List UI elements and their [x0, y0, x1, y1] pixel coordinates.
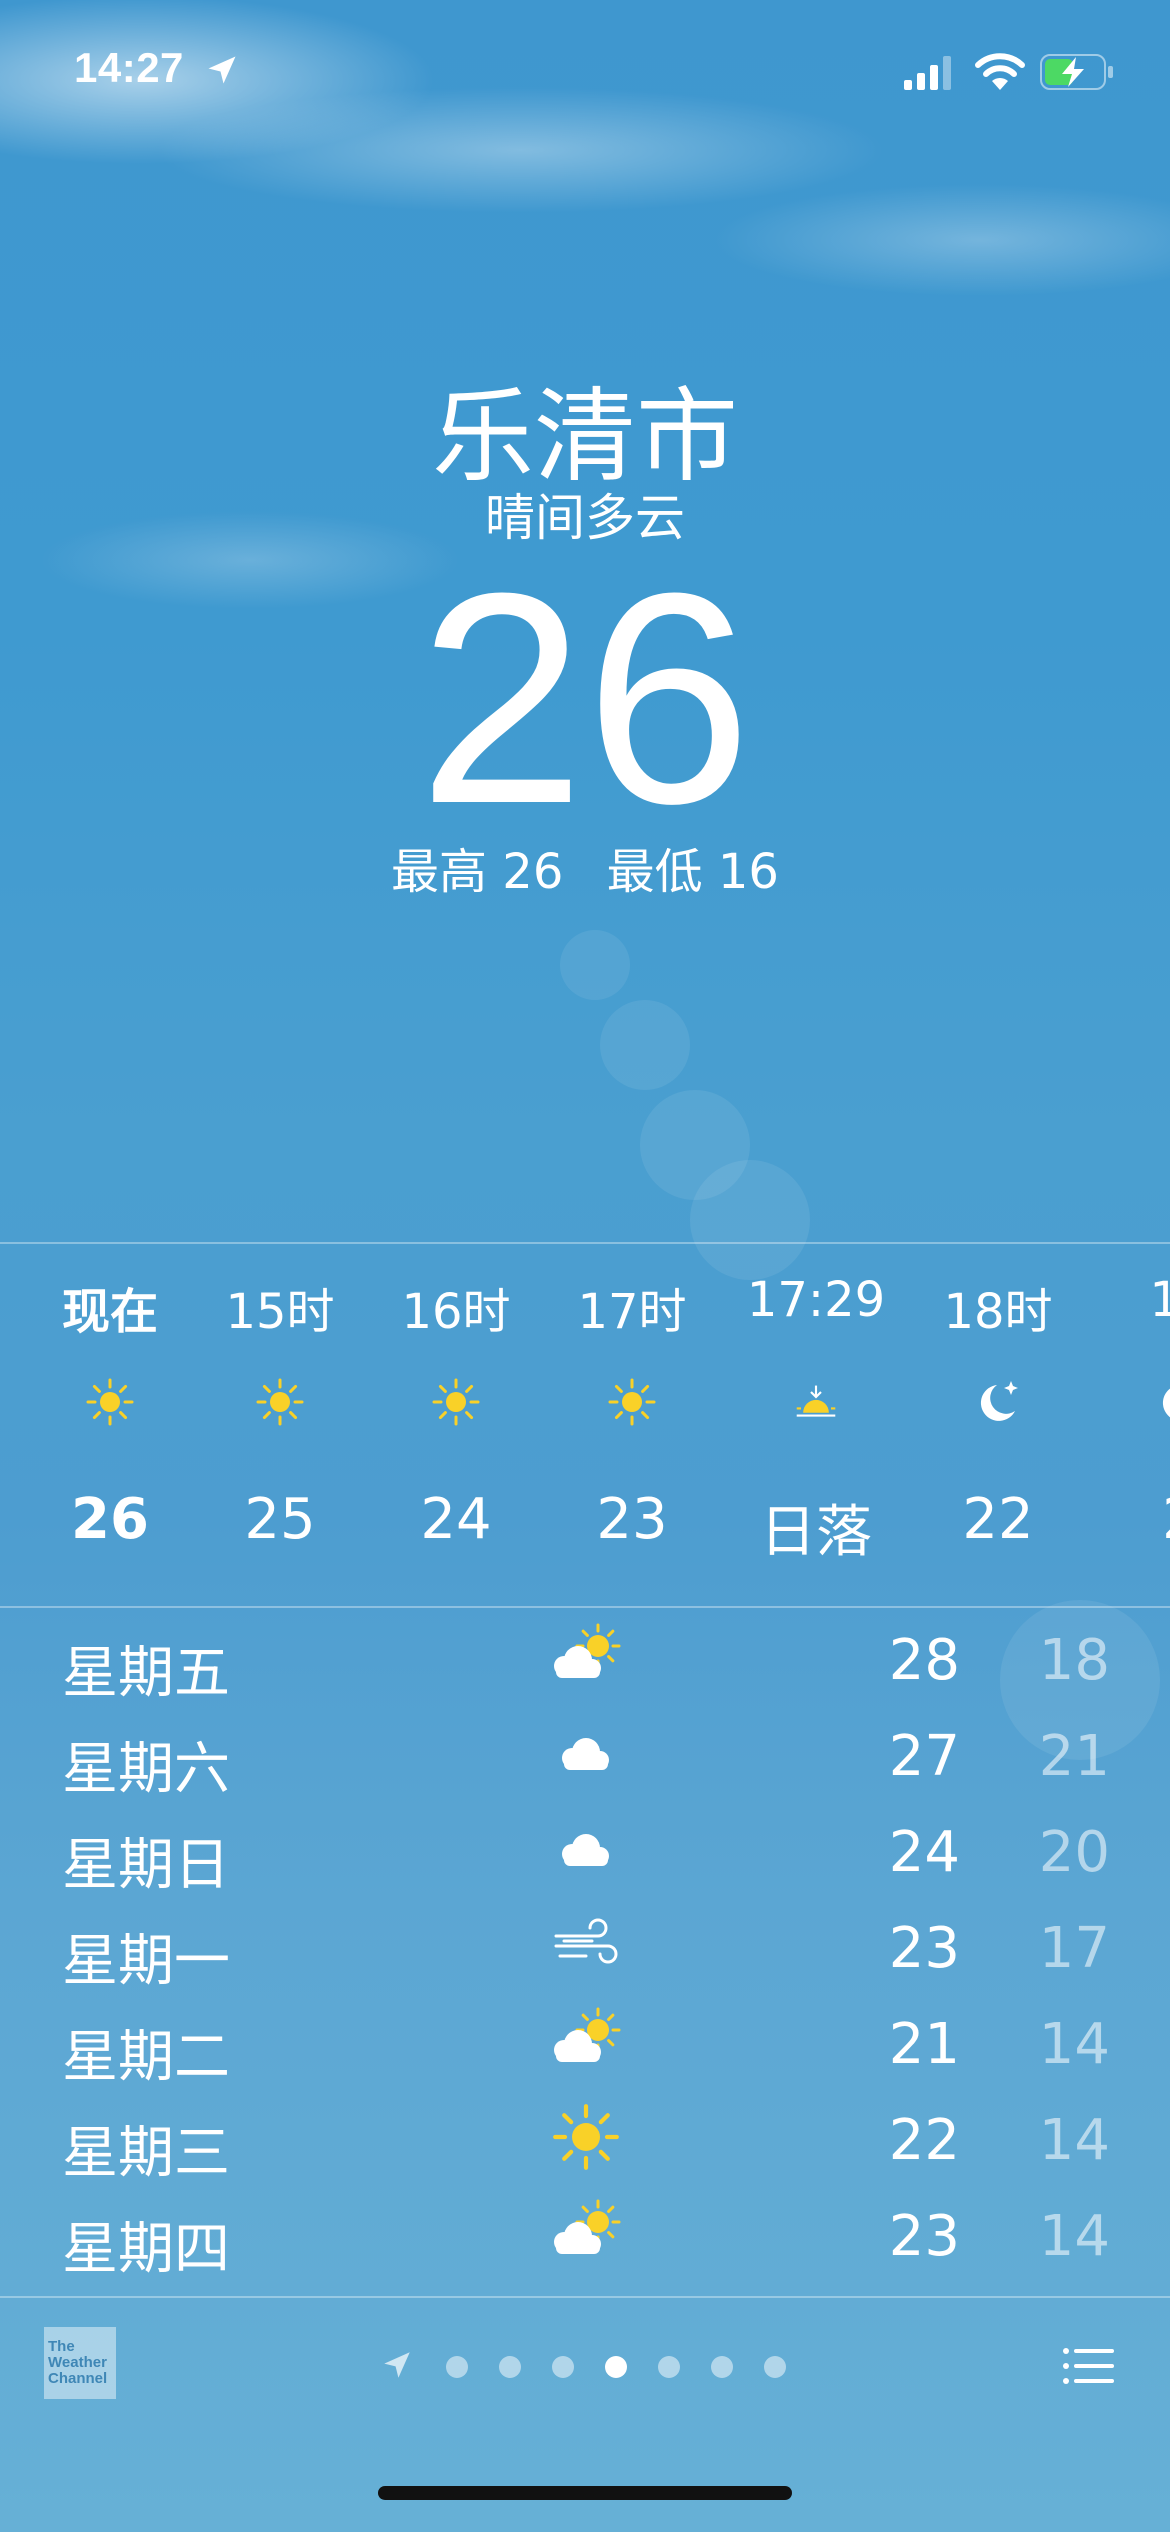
daily-row: 星期五 28 18	[0, 1612, 1170, 1708]
hour-temperature: 23	[596, 1487, 668, 1552]
day-low: 21	[1038, 1724, 1110, 1789]
status-bar: 14:27	[0, 0, 1170, 150]
day-name: 星期六	[62, 1737, 230, 1802]
divider	[0, 1606, 1170, 1608]
hourly-forecast[interactable]: 现在 26 15时 25 16时 24 17时 23 17:29 日落 18时 …	[0, 1247, 1170, 1605]
page-dot[interactable]	[711, 2356, 733, 2378]
day-name: 星期三	[62, 2121, 230, 2186]
moon-icon	[973, 1377, 1023, 1427]
day-high: 28	[888, 1628, 960, 1693]
day-high: 21	[888, 2012, 960, 2077]
sun-icon	[85, 1377, 135, 1427]
partly-cloudy-icon	[546, 2198, 626, 2268]
hour-temperature: 25	[244, 1487, 316, 1552]
sunset-icon	[791, 1377, 841, 1427]
daily-row: 星期三 22 14	[0, 2092, 1170, 2188]
hour-label: 现在	[61, 1284, 158, 1340]
hour-temperature: 日落	[760, 1500, 872, 1565]
bottom-toolbar: The Weather Channel	[0, 2300, 1170, 2420]
hour-temperature: 26	[71, 1487, 149, 1552]
hour-label: 19	[1149, 1272, 1170, 1328]
home-indicator[interactable]	[378, 2486, 792, 2500]
partly-cloudy-icon	[546, 1622, 626, 1692]
day-name: 星期五	[62, 1641, 230, 1706]
low-temp: 最低 16	[606, 844, 779, 900]
day-high: 27	[888, 1724, 960, 1789]
cloud-icon	[546, 1718, 626, 1788]
wifi-icon	[975, 53, 1025, 90]
current-temperature: 26	[418, 530, 752, 866]
day-high: 23	[888, 1916, 960, 1981]
day-low: 14	[1038, 2012, 1110, 2077]
daily-row: 星期一 23 17	[0, 1900, 1170, 1996]
daily-row: 星期四 23 14	[0, 2188, 1170, 2284]
partly-cloudy-icon	[546, 2006, 626, 2076]
moon-icon	[1155, 1377, 1170, 1427]
list-icon[interactable]	[1062, 2346, 1114, 2386]
divider	[0, 2296, 1170, 2298]
day-low: 14	[1038, 2108, 1110, 2173]
sun-icon	[607, 1377, 657, 1427]
page-dot[interactable]	[446, 2356, 468, 2378]
day-name: 星期二	[62, 2025, 230, 2090]
sun-icon	[255, 1377, 305, 1427]
sun-icon	[431, 1377, 481, 1427]
day-low: 17	[1038, 1916, 1110, 1981]
day-low: 18	[1038, 1628, 1110, 1693]
hour-label: 17时	[577, 1284, 687, 1340]
high-low: 最高 26 最低 16	[0, 832, 1170, 902]
hour-temperature: 22	[962, 1487, 1034, 1552]
hour-label: 16时	[401, 1284, 511, 1340]
day-name: 星期日	[62, 1833, 230, 1898]
sun-icon	[546, 2102, 626, 2172]
cloud-icon	[546, 1814, 626, 1884]
signal-icon	[904, 56, 951, 90]
lens-flare	[560, 930, 630, 1000]
divider	[0, 1242, 1170, 1244]
page-dot[interactable]	[499, 2356, 521, 2378]
status-time: 14:27	[74, 44, 184, 91]
daily-row: 星期日 24 20	[0, 1804, 1170, 1900]
day-name: 星期四	[62, 2217, 230, 2282]
daily-row: 星期六 27 21	[0, 1708, 1170, 1804]
day-high: 22	[888, 2108, 960, 2173]
day-low: 20	[1038, 1820, 1110, 1885]
day-high: 24	[888, 1820, 960, 1885]
battery-icon	[1040, 54, 1113, 90]
lens-flare	[600, 1000, 690, 1090]
page-dot[interactable]	[552, 2356, 574, 2378]
high-temp: 最高 26	[391, 844, 564, 900]
location-page-icon[interactable]	[380, 2348, 414, 2382]
hour-label: 17:29	[746, 1272, 886, 1328]
hour-label: 15时	[225, 1284, 335, 1340]
hour-temperature: 24	[420, 1487, 492, 1552]
weather-channel-logo[interactable]: The Weather Channel	[44, 2327, 116, 2399]
hour-temperature: 2	[1090, 1487, 1170, 1552]
daily-row: 星期二 21 14	[0, 1996, 1170, 2092]
hour-label: 18时	[943, 1284, 1053, 1340]
day-low: 14	[1038, 2204, 1110, 2269]
page-dot[interactable]	[658, 2356, 680, 2378]
day-high: 23	[888, 2204, 960, 2269]
page-dot[interactable]	[605, 2356, 627, 2378]
lens-flare	[640, 1090, 750, 1200]
wind-icon	[546, 1910, 626, 1980]
page-dot[interactable]	[764, 2356, 786, 2378]
day-name: 星期一	[62, 1929, 230, 1994]
location-arrow-icon	[208, 56, 236, 84]
